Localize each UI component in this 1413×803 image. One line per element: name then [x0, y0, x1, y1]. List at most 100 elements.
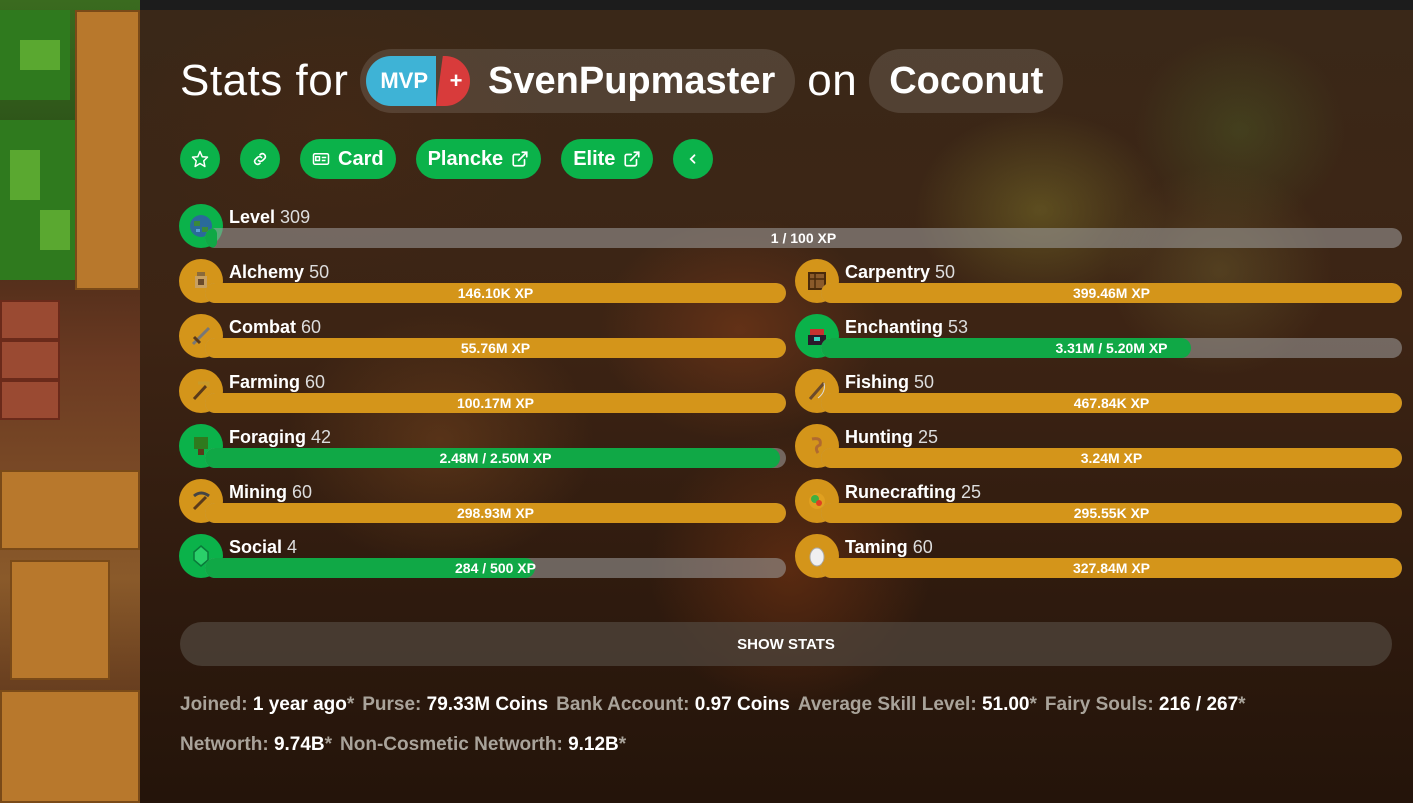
skill-name: Enchanting: [845, 317, 943, 337]
non-cosmetic-networth-info: Non-Cosmetic Networth: 9.12B*: [340, 734, 627, 755]
average-skill-info: Average Skill Level: 51.00*: [797, 694, 1037, 715]
skill-foraging: Foraging 42 2.48M / 2.50M XP: [179, 424, 786, 474]
xp-text: 3.31M / 5.20M XP: [1055, 340, 1168, 356]
skill-alchemy: Alchemy 50 146.10K XP: [179, 259, 786, 309]
xp-bar: 1 / 100 XP: [205, 228, 1402, 248]
card-button[interactable]: Card: [300, 139, 396, 179]
page-title: Stats for MVP + SvenPupmaster on Coconut: [180, 49, 1064, 113]
info-line-1: Joined: 1 year ago* Purse: 79.33M Coins …: [180, 694, 1246, 716]
action-buttons: Card Plancke Elite: [180, 139, 714, 179]
skill-level-value: 60: [301, 317, 322, 337]
xp-bar: 3.31M / 5.20M XP: [821, 338, 1402, 358]
skill-level-value: 25: [918, 427, 939, 447]
skill-fishing: Fishing 50 467.84K XP: [795, 369, 1402, 419]
xp-text: 298.93M XP: [456, 505, 535, 521]
external-link-icon: [624, 151, 641, 167]
skill-name: Hunting: [845, 427, 913, 447]
plancke-button[interactable]: Plancke: [415, 139, 542, 179]
external-link-icon: [512, 151, 528, 167]
skill-level-value: 42: [311, 427, 332, 447]
purse-info: Purse: 79.33M Coins: [362, 694, 549, 715]
xp-bar: 399.46M XP: [821, 283, 1402, 303]
skill-level-value: 60: [912, 537, 933, 557]
networth-info: Networth: 9.74B*: [180, 734, 333, 755]
rank-badge: MVP +: [366, 56, 471, 106]
skill-hunting: Hunting 25 3.24M XP: [795, 424, 1402, 474]
skill-combat: Combat 60 55.76M XP: [179, 314, 786, 364]
xp-bar: 284 / 500 XP: [205, 558, 786, 578]
skill-name: Mining: [229, 482, 287, 502]
skill-runecrafting: Runecrafting 25 295.55K XP: [795, 479, 1402, 529]
xp-text: 467.84K XP: [1073, 395, 1150, 411]
xp-bar: 467.84K XP: [821, 393, 1402, 413]
show-stats-button[interactable]: SHOW STATS: [180, 622, 1392, 666]
skill-level-value: 50: [309, 262, 330, 282]
xp-bar: 2.48M / 2.50M XP: [205, 448, 786, 468]
skill-level-value: 53: [948, 317, 969, 337]
skill-level-value: 309: [280, 207, 311, 227]
elite-button[interactable]: Elite: [561, 139, 654, 179]
skill-level-value: 60: [292, 482, 313, 502]
skill-level-value: 4: [287, 537, 298, 557]
skill-level-value: 50: [935, 262, 956, 282]
profile-selector[interactable]: Coconut: [869, 49, 1064, 113]
xp-text: 284 / 500 XP: [455, 560, 536, 576]
skill-name: Fishing: [845, 372, 909, 392]
xp-text: 295.55K XP: [1073, 505, 1150, 521]
xp-bar: 100.17M XP: [205, 393, 786, 413]
skill-name: Combat: [229, 317, 296, 337]
player-name-pill[interactable]: MVP + SvenPupmaster: [360, 49, 796, 113]
bank-info: Bank Account: 0.97 Coins: [556, 694, 790, 715]
skill-name: Foraging: [229, 427, 306, 447]
skill-name: Taming: [845, 537, 908, 557]
xp-text: 327.84M XP: [1072, 560, 1151, 576]
skill-name: Farming: [229, 372, 301, 392]
card-label: Card: [338, 147, 384, 170]
skill-name: Runecrafting: [845, 482, 957, 502]
joined-info: Joined: 1 year ago*: [180, 694, 355, 715]
copy-link-button[interactable]: [240, 139, 280, 179]
star-icon: [191, 150, 209, 168]
skill-mining: Mining 60 298.93M XP: [179, 479, 786, 529]
xp-text: 399.46M XP: [1072, 285, 1151, 301]
xp-text: 3.24M XP: [1080, 450, 1143, 466]
skill-farming: Farming 60 100.17M XP: [179, 369, 786, 419]
skill-taming: Taming 60 327.84M XP: [795, 534, 1402, 584]
elite-label: Elite: [573, 147, 616, 170]
skill-level-value: 50: [914, 372, 935, 392]
player-name: SvenPupmaster: [488, 59, 776, 102]
skill-name: Social: [229, 537, 283, 557]
xp-bar: 295.55K XP: [821, 503, 1402, 523]
skill-name: Alchemy: [229, 262, 305, 282]
skill-name: Carpentry: [845, 262, 931, 282]
skill-social: Social 4 284 / 500 XP: [179, 534, 786, 584]
fairy-souls-info: Fairy Souls: 216 / 267*: [1044, 694, 1246, 715]
xp-bar: 3.24M XP: [821, 448, 1402, 468]
chevron-left-icon: [689, 154, 696, 164]
top-bar: [0, 0, 1413, 10]
plancke-label: Plancke: [427, 147, 504, 170]
skill-name: Level: [229, 207, 276, 227]
info-line-2: Networth: 9.74B* Non-Cosmetic Networth: …: [180, 734, 626, 756]
xp-text: 55.76M XP: [460, 340, 531, 356]
title-connector: on: [807, 56, 858, 105]
skill-level-value: 60: [305, 372, 326, 392]
xp-text: 100.17M XP: [456, 395, 535, 411]
rank-plus: +: [436, 56, 471, 106]
skill-level: Level 309 1 / 100 XP: [179, 204, 1402, 254]
title-prefix: Stats for: [180, 56, 349, 105]
skill-enchanting: Enchanting 53 3.31M / 5.20M XP: [795, 314, 1402, 364]
id-card-icon: [312, 153, 330, 165]
xp-text: 146.10K XP: [457, 285, 534, 301]
xp-bar: 298.93M XP: [205, 503, 786, 523]
xp-bar: 146.10K XP: [205, 283, 786, 303]
skill-carpentry: Carpentry 50 399.46M XP: [795, 259, 1402, 309]
skill-level-value: 25: [961, 482, 982, 502]
collapse-button[interactable]: [673, 139, 714, 179]
xp-text: 1 / 100 XP: [770, 230, 837, 246]
background-scene: [0, 0, 140, 803]
xp-text: 2.48M / 2.50M XP: [439, 450, 552, 466]
favorite-button[interactable]: [180, 139, 220, 179]
xp-bar: 55.76M XP: [205, 338, 786, 358]
xp-bar: 327.84M XP: [821, 558, 1402, 578]
